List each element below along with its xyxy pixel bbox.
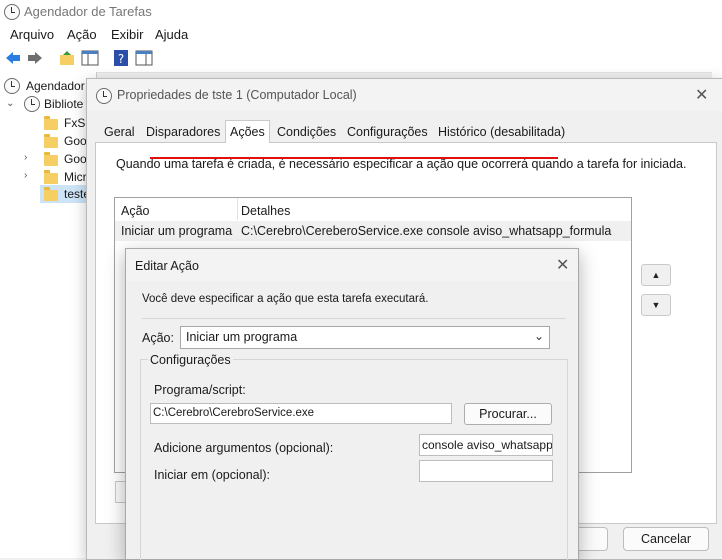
toolbar: ? <box>0 44 722 73</box>
folder-icon <box>44 152 58 166</box>
task-clock-icon <box>96 88 112 104</box>
ok-button[interactable] <box>575 527 608 551</box>
show-action-pane-icon[interactable] <box>135 49 153 67</box>
chevron-right-icon[interactable]: › <box>24 152 27 163</box>
main-titlebar: Agendador de Tarefas <box>0 0 722 24</box>
tree-library-label: Bibliote <box>44 97 84 111</box>
row-details: C:\Cerebro\CereberoService.exe console a… <box>241 224 612 238</box>
menu-exibir[interactable]: Exibir <box>111 27 144 42</box>
tree-pane: Agendador ⌄ Bibliote FxSc Goo › Goo › Mi… <box>0 72 97 558</box>
program-field-value: C:\Cerebro\CerebroService.exe <box>153 407 315 419</box>
edit-action-dialog: Editar Ação ✕ Você deve especificar a aç… <box>125 248 579 560</box>
program-field[interactable]: C:\Cerebro\CerebroService.exe <box>150 403 452 424</box>
edit-action-description: Você deve especificar a ação que esta ta… <box>142 293 429 305</box>
folder-icon <box>44 187 58 201</box>
browse-button[interactable]: Procurar... <box>464 403 552 425</box>
menu-acao[interactable]: Ação <box>67 27 97 42</box>
tree-root-label: Agendador <box>26 79 85 93</box>
task-scheduler-icon <box>4 4 20 20</box>
tree-item-label: Goo <box>64 152 87 166</box>
help-icon[interactable]: ? <box>112 49 130 67</box>
column-header-detalhes[interactable]: Detalhes <box>241 204 290 218</box>
tree-item-label: Micr <box>64 170 87 184</box>
tab-historico[interactable]: Histórico (desabilitada) <box>434 123 569 141</box>
red-underline-annotation <box>150 157 558 159</box>
move-up-button[interactable]: ▲ <box>641 264 671 286</box>
action-select[interactable]: Iniciar um programa ⌄ <box>180 326 550 349</box>
action-label: Ação: <box>142 331 174 345</box>
up-folder-icon[interactable] <box>58 49 76 67</box>
tab-condicoes[interactable]: Condições <box>273 123 340 141</box>
column-separator <box>237 198 238 220</box>
properties-titlebar: Propriedades de tste 1 (Computador Local… <box>87 79 722 111</box>
menu-arquivo[interactable]: Arquivo <box>10 27 54 42</box>
arguments-field-value: console aviso_whatsapp_formula <box>422 438 553 452</box>
folder-icon <box>44 170 58 184</box>
tab-geral[interactable]: Geral <box>100 123 139 141</box>
back-arrow-icon[interactable] <box>4 49 22 67</box>
chevron-right-icon[interactable]: › <box>24 170 27 181</box>
forward-arrow-icon[interactable] <box>26 49 44 67</box>
properties-title: Propriedades de tste 1 (Computador Local… <box>117 88 357 102</box>
edit-action-titlebar: Editar Ação ✕ <box>126 249 578 281</box>
action-select-value: Iniciar um programa <box>186 330 298 344</box>
move-down-button[interactable]: ▼ <box>641 294 671 316</box>
folder-icon <box>44 134 58 148</box>
chevron-down-icon: ⌄ <box>533 329 544 343</box>
window-title: Agendador de Tarefas <box>24 4 152 19</box>
tree-item-selected[interactable]: teste <box>40 185 92 203</box>
tree-item-label: Goo <box>64 134 87 148</box>
program-label: Programa/script: <box>154 383 246 397</box>
edit-action-title: Editar Ação <box>135 259 199 273</box>
close-icon[interactable]: ✕ <box>556 255 569 275</box>
start-in-label: Iniciar em (opcional): <box>154 468 271 482</box>
cancel-button[interactable]: Cancelar <box>623 527 709 551</box>
show-hide-tree-icon[interactable] <box>81 49 99 67</box>
close-icon[interactable]: ✕ <box>695 85 708 105</box>
chevron-down-icon[interactable]: ⌄ <box>6 98 14 109</box>
tab-configuracoes[interactable]: Configurações <box>343 123 432 141</box>
tab-acoes[interactable]: Ações <box>225 120 270 143</box>
actions-description: Quando uma tarefa é criada, é necessário… <box>116 157 687 171</box>
table-row[interactable]: Iniciar um programa C:\Cerebro\CereberoS… <box>115 221 631 241</box>
divider <box>142 318 566 319</box>
arguments-label: Adicione argumentos (opcional): <box>154 441 334 455</box>
start-in-field[interactable] <box>419 460 553 482</box>
menu-bar: Arquivo Ação Exibir Ajuda <box>0 24 722 44</box>
arguments-field[interactable]: console aviso_whatsapp_formula <box>419 434 553 456</box>
row-action: Iniciar um programa <box>121 224 233 238</box>
menu-ajuda[interactable]: Ajuda <box>155 27 188 42</box>
library-icon <box>24 96 40 112</box>
settings-group-title: Configurações <box>148 353 233 367</box>
scheduler-clock-icon <box>4 78 20 94</box>
folder-icon <box>44 116 58 130</box>
column-header-acao[interactable]: Ação <box>121 204 150 218</box>
svg-text:?: ? <box>118 52 124 66</box>
tab-disparadores[interactable]: Disparadores <box>142 123 224 141</box>
